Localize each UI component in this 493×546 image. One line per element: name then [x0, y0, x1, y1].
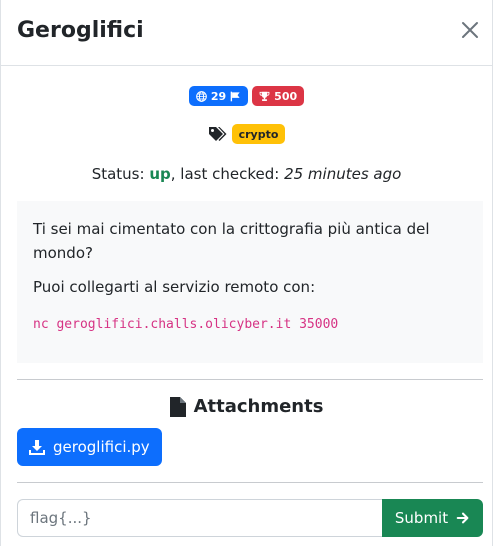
attachment-download-button[interactable]: geroglifici.py — [17, 428, 162, 466]
flag-icon — [230, 91, 240, 101]
status-last-checked: 25 minutes ago — [284, 165, 402, 183]
connection-command: nc geroglifici.challs.olicyber.it 35000 — [33, 317, 339, 332]
solves-count: 29 — [210, 89, 227, 103]
close-button[interactable] — [458, 18, 482, 42]
status-prefix: Status: — [91, 165, 150, 183]
attachments-title: Attachments — [193, 396, 324, 417]
flag-submit-form: Submit — [17, 499, 483, 537]
submit-label: Submit — [394, 509, 449, 527]
file-icon — [169, 396, 186, 417]
attachment-filename: geroglifici.py — [53, 438, 150, 456]
submit-button[interactable]: Submit — [382, 499, 483, 537]
points-badge: 500 — [252, 86, 305, 106]
download-icon — [29, 440, 45, 455]
points-value: 500 — [274, 89, 298, 103]
divider — [17, 482, 483, 483]
solves-badge: 29 — [188, 86, 249, 106]
attachments-heading: Attachments — [1, 396, 492, 417]
tags-icon — [208, 127, 227, 141]
status-line: Status: up, last checked: 25 minutes ago — [1, 163, 492, 185]
description-paragraph: Puoi collegarti al servizio remoto con: — [33, 278, 316, 296]
tag-badge: crypto — [231, 124, 286, 144]
status-state: up — [149, 165, 171, 183]
flag-input[interactable] — [17, 499, 382, 537]
status-middle: , last checked: — [170, 165, 285, 183]
stats-badges: 29 500 — [1, 86, 492, 106]
challenge-modal: Geroglifici 29 500 crypto Status: up, la… — [0, 0, 493, 546]
close-icon — [462, 22, 478, 38]
modal-title: Geroglifici — [17, 18, 144, 43]
challenge-description: Ti sei mai cimentato con la crittografia… — [17, 201, 483, 363]
globe-icon — [195, 90, 207, 102]
description-paragraph: Ti sei mai cimentato con la crittografia… — [33, 220, 430, 262]
divider — [17, 379, 483, 380]
trophy-icon — [259, 91, 270, 101]
arrow-right-icon — [456, 512, 469, 524]
tags-row: crypto — [1, 124, 492, 144]
modal-header: Geroglifici — [1, 0, 492, 66]
